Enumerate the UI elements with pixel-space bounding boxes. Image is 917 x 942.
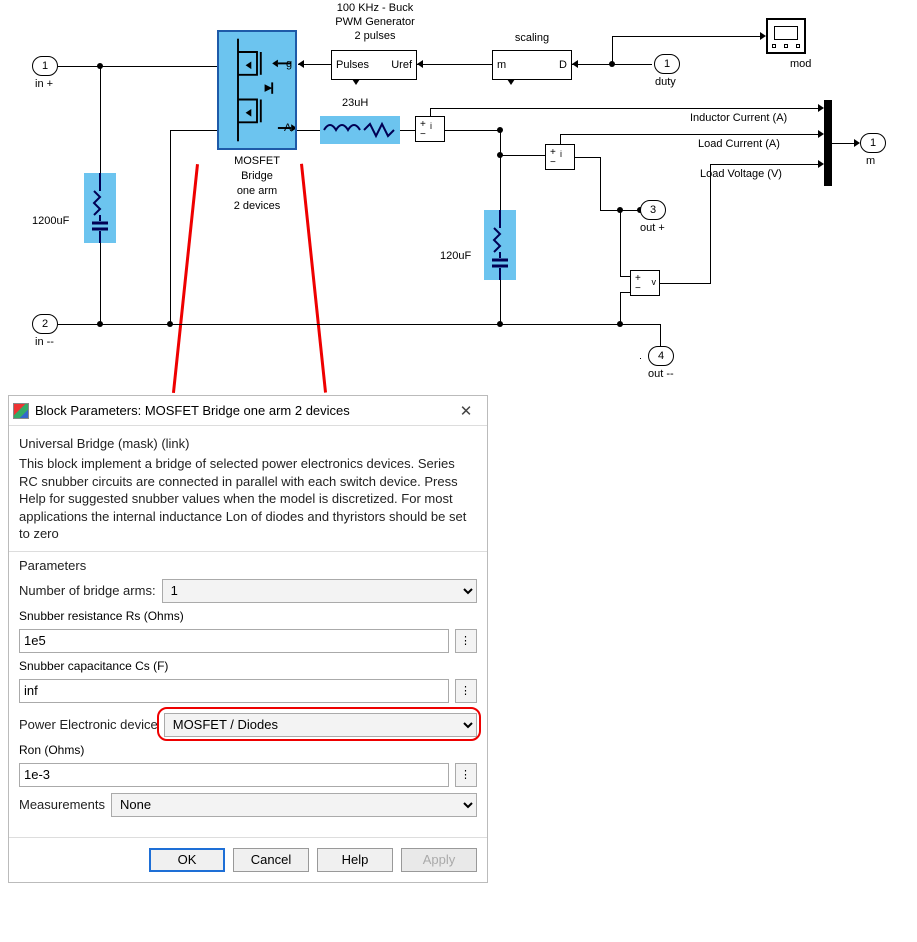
parameters-heading: Parameters bbox=[19, 558, 477, 573]
port-in-minus-label: in -- bbox=[35, 336, 54, 348]
port-m[interactable]: 1 bbox=[860, 133, 886, 153]
mosfet-label4: 2 devices bbox=[218, 200, 296, 212]
input-cs[interactable] bbox=[19, 679, 449, 703]
port-out-minus-label: out -- bbox=[648, 368, 674, 380]
input-rs[interactable] bbox=[19, 629, 449, 653]
pwm-title2: PWM Generator bbox=[320, 16, 430, 28]
block-scaling[interactable]: m D bbox=[492, 50, 572, 80]
cancel-button[interactable]: Cancel bbox=[233, 848, 309, 872]
more-ron[interactable] bbox=[455, 763, 477, 787]
block-inductor[interactable] bbox=[320, 116, 400, 144]
block-pwm[interactable]: Pulses Uref bbox=[331, 50, 417, 80]
port-duty-label: duty bbox=[655, 76, 676, 88]
simulink-diagram: 1 in + 2 in -- 1200uF bbox=[0, 0, 917, 395]
dialog-titlebar[interactable]: Block Parameters: MOSFET Bridge one arm … bbox=[9, 396, 487, 426]
select-device[interactable]: MOSFET / Diodes bbox=[164, 713, 477, 737]
scaling-title: scaling bbox=[492, 32, 572, 44]
signal-iload: Load Current (A) bbox=[698, 138, 780, 150]
block-cap-out[interactable] bbox=[484, 210, 516, 280]
ok-button[interactable]: OK bbox=[149, 848, 225, 872]
scope-label: mod bbox=[790, 58, 811, 70]
label-device: Power Electronic device bbox=[19, 717, 158, 732]
label-meas: Measurements bbox=[19, 797, 105, 812]
simulink-icon bbox=[13, 403, 29, 419]
mosfet-label2: Bridge bbox=[218, 170, 296, 182]
close-icon[interactable]: ✕ bbox=[451, 402, 481, 420]
block-mux[interactable] bbox=[824, 100, 832, 186]
dialog-title: Block Parameters: MOSFET Bridge one arm … bbox=[35, 403, 451, 418]
inductor-label: 23uH bbox=[342, 97, 368, 109]
mask-description: This block implement a bridge of selecte… bbox=[19, 455, 477, 543]
mask-type: Universal Bridge (mask) (link) bbox=[19, 436, 477, 451]
mosfet-port-g: g bbox=[286, 58, 292, 70]
help-button[interactable]: Help bbox=[317, 848, 393, 872]
label-cs: Snubber capacitance Cs (F) bbox=[19, 659, 477, 673]
more-cs[interactable] bbox=[455, 679, 477, 703]
label-ron: Ron (Ohms) bbox=[19, 743, 477, 757]
pwm-title1: 100 KHz - Buck bbox=[320, 2, 430, 14]
more-rs[interactable] bbox=[455, 629, 477, 653]
apply-button[interactable]: Apply bbox=[401, 848, 477, 872]
signal-il: Inductor Current (A) bbox=[690, 112, 787, 124]
mosfet-label3: one arm bbox=[218, 185, 296, 197]
port-out-plus-label: out + bbox=[640, 222, 665, 234]
port-in-plus[interactable]: 1 bbox=[32, 56, 58, 76]
callout-line-right bbox=[300, 164, 327, 393]
label-arms: Number of bridge arms: bbox=[19, 583, 156, 598]
port-duty[interactable]: 1 bbox=[654, 54, 680, 74]
mosfet-port-A: A bbox=[284, 122, 291, 134]
port-in-minus[interactable]: 2 bbox=[32, 314, 58, 334]
port-in-plus-label: in + bbox=[35, 78, 53, 90]
pwm-title3: 2 pulses bbox=[320, 30, 430, 42]
block-sensor-il[interactable]: +i− bbox=[415, 116, 445, 142]
port-out-minus[interactable]: 4 bbox=[648, 346, 674, 366]
cap-out-label: 120uF bbox=[440, 250, 471, 262]
block-sensor-iload[interactable]: +i− bbox=[545, 144, 575, 170]
callout-line-left bbox=[172, 164, 199, 393]
signal-vload: Load Voltage (V) bbox=[700, 168, 782, 180]
select-arms[interactable]: 1 bbox=[162, 579, 477, 603]
select-meas[interactable]: None bbox=[111, 793, 477, 817]
input-ron[interactable] bbox=[19, 763, 449, 787]
cap-in-label: 1200uF bbox=[32, 215, 69, 227]
dialog-block-parameters: Block Parameters: MOSFET Bridge one arm … bbox=[8, 395, 488, 883]
label-rs: Snubber resistance Rs (Ohms) bbox=[19, 609, 477, 623]
block-cap-in[interactable] bbox=[84, 173, 116, 243]
port-out-plus[interactable]: 3 bbox=[640, 200, 666, 220]
mosfet-label1: MOSFET bbox=[218, 155, 296, 167]
port-m-label: m bbox=[866, 155, 875, 167]
block-sensor-vload[interactable]: +v− bbox=[630, 270, 660, 296]
block-scope[interactable] bbox=[766, 18, 806, 54]
